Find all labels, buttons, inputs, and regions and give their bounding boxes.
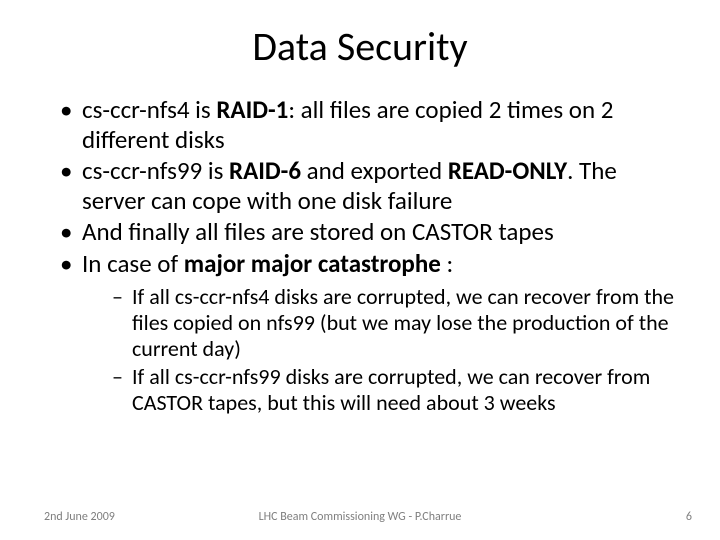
footer: 2nd June 2009 LHC Beam Commissioning WG … <box>0 510 720 524</box>
text: : <box>441 248 453 279</box>
text-bold: READ-ONLY <box>448 155 567 186</box>
list-item: If all cs-ccr-nfs99 disks are corrupted,… <box>112 364 676 416</box>
list-item: And finally all files are stored on CAST… <box>60 217 676 247</box>
page-title: Data Security <box>0 0 720 81</box>
list-item: cs-ccr-nfs4 is RAID-1: all files are cop… <box>60 95 676 154</box>
bullet-list: cs-ccr-nfs4 is RAID-1: all files are cop… <box>60 95 676 416</box>
text: If all cs-ccr-nfs4 disks are corrupted, … <box>132 283 674 362</box>
footer-date: 2nd June 2009 <box>44 510 115 524</box>
list-item: In case of major major catastrophe : If … <box>60 249 676 416</box>
text-bold: major major catastrophe <box>184 248 441 279</box>
text: If all cs-ccr-nfs99 disks are corrupted,… <box>132 363 650 416</box>
text: In case of <box>82 248 184 279</box>
list-item: If all cs-ccr-nfs4 disks are corrupted, … <box>112 284 676 362</box>
list-item: cs-ccr-nfs99 is RAID-6 and exported READ… <box>60 156 676 215</box>
text: And finally all files are stored on CAST… <box>82 216 554 247</box>
sub-bullet-list: If all cs-ccr-nfs4 disks are corrupted, … <box>82 284 676 416</box>
text-bold: RAID-1 <box>216 94 288 125</box>
text: cs-ccr-nfs4 is <box>82 94 216 125</box>
slide-body: cs-ccr-nfs4 is RAID-1: all files are cop… <box>0 95 720 416</box>
slide: Data Security cs-ccr-nfs4 is RAID-1: all… <box>0 0 720 540</box>
text-bold: RAID-6 <box>229 155 301 186</box>
text: cs-ccr-nfs99 is <box>82 155 229 186</box>
footer-page: 6 <box>686 510 692 524</box>
text: and exported <box>301 155 448 186</box>
